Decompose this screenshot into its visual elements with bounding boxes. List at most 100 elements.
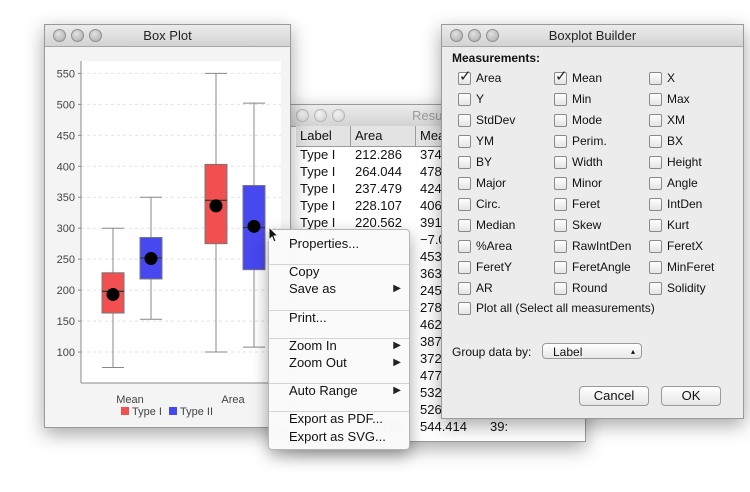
checkbox-label: Minor <box>572 176 603 190</box>
minimize-icon[interactable] <box>468 29 481 42</box>
ytick-label: 150 <box>57 316 75 328</box>
checkbox-label: RawIntDen <box>572 239 632 253</box>
zoom-icon[interactable] <box>486 29 499 42</box>
column-header-area[interactable]: Area <box>351 126 416 146</box>
checkbox-min[interactable] <box>554 93 567 106</box>
table-cell: 237.479 <box>355 181 402 196</box>
group-by-label: Group data by: <box>452 345 532 359</box>
checkbox-area[interactable] <box>458 67 472 85</box>
checkbox-label: Kurt <box>667 218 690 232</box>
group-by-select[interactable]: Label ▴ <box>542 343 642 359</box>
cancel-button[interactable]: Cancel <box>579 386 649 406</box>
menu-item-export-as-svg[interactable]: Export as SVG... <box>289 429 386 444</box>
builder-title: Boxplot Builder <box>548 28 637 43</box>
mean-marker <box>247 219 261 233</box>
menu-item-copy[interactable]: Copy <box>289 264 319 279</box>
menu-item-save-as[interactable]: Save as <box>289 281 336 296</box>
checkbox-kurt[interactable] <box>649 219 662 232</box>
table-cell: 544.414 <box>420 419 467 434</box>
menu-item-properties[interactable]: Properties... <box>289 236 359 251</box>
checkbox-rawintden[interactable] <box>554 240 567 253</box>
ok-button[interactable]: OK <box>661 386 721 406</box>
menu-item-zoom-in[interactable]: Zoom In <box>289 338 337 353</box>
checkbox-solidity[interactable] <box>649 282 662 295</box>
checkbox-label: BX <box>667 134 684 148</box>
checkbox-ym[interactable] <box>458 135 471 148</box>
table-cell: Type I <box>300 181 336 196</box>
checkbox-major[interactable] <box>458 177 471 190</box>
checkbox-minor[interactable] <box>554 177 567 190</box>
checkbox-max[interactable] <box>649 93 662 106</box>
menu-item-export-as-pdf[interactable]: Export as PDF... <box>289 411 383 426</box>
checkbox-label: Angle <box>667 176 698 190</box>
checkbox-ar[interactable] <box>458 282 471 295</box>
checkbox-feret[interactable] <box>554 198 567 211</box>
boxplot-builder-dialog: Boxplot Builder Measurements: Area Mean X Y… <box>441 24 744 419</box>
zoom-icon[interactable] <box>332 109 345 122</box>
table-cell: 39: <box>490 419 509 434</box>
checkbox-label: AR <box>476 281 493 295</box>
checkbox-label: Area <box>476 71 502 85</box>
submenu-arrow-icon: ▶ <box>393 340 401 351</box>
boxplot-title: Box Plot <box>143 28 192 43</box>
checkbox-angle[interactable] <box>649 177 662 190</box>
checkbox-width[interactable] <box>554 156 567 169</box>
xtick-label: Area <box>221 394 245 406</box>
checkbox-skew[interactable] <box>554 219 567 232</box>
mean-marker <box>106 287 120 301</box>
checkbox-label: XM <box>667 113 685 127</box>
ytick-label: 200 <box>57 285 75 297</box>
table-cell: Type I <box>300 147 336 162</box>
submenu-arrow-icon: ▶ <box>393 385 401 396</box>
plot-all-checkbox[interactable] <box>458 302 471 315</box>
checkbox-stddev[interactable] <box>458 114 471 127</box>
checkbox-label: FeretX <box>667 239 704 253</box>
checkbox-feretangle[interactable] <box>554 261 567 274</box>
column-header-label[interactable]: Label <box>296 126 351 146</box>
checkbox-x[interactable] <box>649 72 662 85</box>
legend-label: Type II <box>180 406 213 418</box>
menu-item-auto-range[interactable]: Auto Range <box>289 383 358 398</box>
checkbox-round[interactable] <box>554 282 567 295</box>
checkbox-bx[interactable] <box>649 135 662 148</box>
checkbox-label: Max <box>667 92 690 106</box>
boxplot-chart[interactable]: 100 150 200 250 300 350 400 450 500 550 Mean Area Ty… <box>45 47 290 427</box>
table-cell: 228.107 <box>355 198 402 213</box>
minimize-icon[interactable] <box>71 29 84 42</box>
legend-swatch <box>121 407 129 415</box>
checkbox-intden[interactable] <box>649 198 662 211</box>
checkbox-label: BY <box>476 155 493 169</box>
checkbox-median[interactable] <box>458 219 471 232</box>
checkbox-label: X <box>667 71 676 85</box>
checkbox-perim[interactable] <box>554 135 567 148</box>
checkbox-ferety[interactable] <box>458 261 471 274</box>
checkbox-label: IntDen <box>667 197 703 211</box>
checkbox-circ[interactable] <box>458 198 471 211</box>
menu-item-zoom-out[interactable]: Zoom Out <box>289 355 347 370</box>
close-icon[interactable] <box>450 29 463 42</box>
close-icon[interactable] <box>53 29 66 42</box>
minimize-icon[interactable] <box>314 109 327 122</box>
zoom-icon[interactable] <box>89 29 102 42</box>
close-icon[interactable] <box>296 109 309 122</box>
mean-marker <box>144 252 158 266</box>
checkbox-label: Width <box>572 155 603 169</box>
builder-titlebar: Boxplot Builder <box>442 25 743 47</box>
checkbox-minferet[interactable] <box>649 261 662 274</box>
ytick-label: 300 <box>57 223 75 235</box>
ytick-label: 450 <box>57 130 75 142</box>
checkbox-label: YM <box>476 134 494 148</box>
checkbox-mode[interactable] <box>554 114 567 127</box>
checkbox-area[interactable] <box>458 240 471 253</box>
checkbox-mean[interactable] <box>554 67 568 85</box>
ytick-label: 550 <box>57 68 75 80</box>
checkbox-by[interactable] <box>458 156 471 169</box>
checkbox-label: Height <box>667 155 702 169</box>
checkbox-label: Major <box>476 176 507 190</box>
checkbox-height[interactable] <box>649 156 662 169</box>
checkbox-feretx[interactable] <box>649 240 662 253</box>
checkbox-label: Round <box>572 281 608 295</box>
checkbox-xm[interactable] <box>649 114 662 127</box>
menu-item-print[interactable]: Print... <box>289 310 327 325</box>
checkbox-y[interactable] <box>458 93 471 106</box>
